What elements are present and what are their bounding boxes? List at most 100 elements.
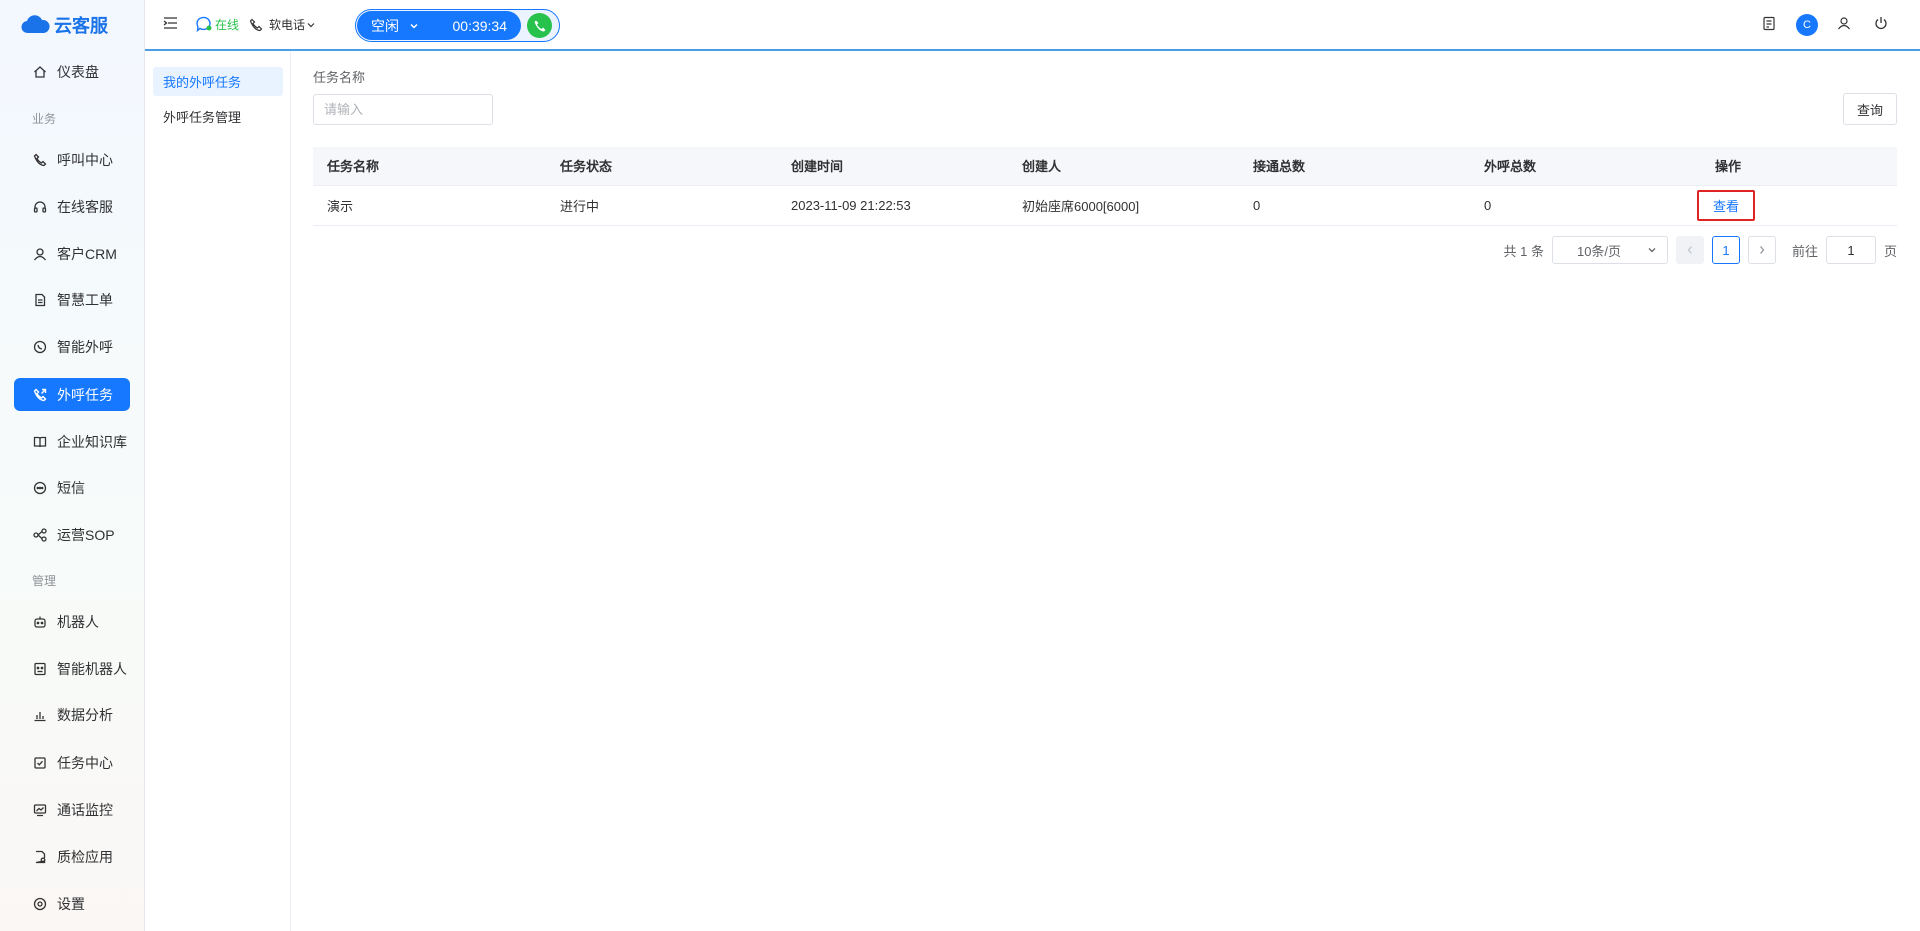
smart-robot-icon xyxy=(32,661,48,677)
task-name-input[interactable] xyxy=(313,94,493,125)
goto-page-input[interactable] xyxy=(1825,236,1876,264)
chat-bubble-icon xyxy=(196,16,212,33)
chevron-down-icon xyxy=(307,22,315,27)
sidebar-item-label: 短信 xyxy=(57,479,85,496)
outbound-call-icon xyxy=(32,387,48,403)
sidebar-item-quality-inspection[interactable]: 质检应用 xyxy=(14,840,130,873)
page-number-button[interactable]: 1 xyxy=(1711,236,1740,264)
pagination-total: 共 1 条 xyxy=(1503,243,1544,259)
agent-status-pill: 空闲 00:39:34 xyxy=(355,9,560,42)
sidebar-item-work-order[interactable]: 智慧工单 xyxy=(14,283,130,316)
phone-icon xyxy=(534,20,545,31)
column-header: 接通总数 xyxy=(1239,147,1470,186)
robot-icon xyxy=(32,614,48,630)
column-header: 操作 xyxy=(1701,147,1897,186)
avatar: C xyxy=(1796,14,1818,36)
headset-icon xyxy=(32,199,48,215)
sidebar-item-sms[interactable]: 短信 xyxy=(14,471,130,504)
chevron-left-icon xyxy=(1687,246,1692,254)
avatar-button[interactable]: C xyxy=(1796,14,1818,36)
sidebar-item-label: 运营SOP xyxy=(57,526,115,543)
cell-creator: 初始座席6000[6000] xyxy=(1008,185,1239,226)
sidebar-item-label: 智慧工单 xyxy=(57,291,113,308)
home-icon xyxy=(32,64,48,80)
task-icon xyxy=(32,755,48,771)
page-size-select[interactable]: 10条/页 xyxy=(1551,236,1668,264)
phone-mode-select[interactable]: 软电话 xyxy=(249,16,315,33)
pagination: 共 1 条 10条/页 1 前往 页 xyxy=(313,235,1897,265)
phone-icon xyxy=(249,18,263,31)
sidebar-item-data-analysis[interactable]: 数据分析 xyxy=(14,698,130,731)
whatsapp-icon xyxy=(32,339,48,355)
section-label-management: 管理 xyxy=(32,574,57,588)
table-header-row: 任务名称 任务状态 创建时间 创建人 接通总数 外呼总数 操作 xyxy=(313,147,1897,186)
sidebar-item-label: 呼叫中心 xyxy=(57,151,113,168)
phone-mode-text: 软电话 xyxy=(269,18,306,32)
monitor-icon xyxy=(32,802,48,818)
view-link[interactable]: 查看 xyxy=(1697,189,1756,221)
topbar: 在线 软电话 空闲 00:39:34 C xyxy=(145,0,1920,51)
sidebar-item-outbound-task[interactable]: 外呼任务 xyxy=(14,378,130,411)
inspect-icon xyxy=(32,849,48,865)
sidebar-item-settings[interactable]: 设置 xyxy=(14,887,130,920)
sidebar-item-label: 机器人 xyxy=(57,613,99,630)
menu-collapse-icon[interactable] xyxy=(163,16,178,30)
sidebar-item-smart-outbound[interactable]: 智能外呼 xyxy=(14,330,130,363)
app-logo: 云客服 xyxy=(0,0,144,50)
sidebar-item-knowledge-base[interactable]: 企业知识库 xyxy=(14,425,130,458)
prev-page-button[interactable] xyxy=(1675,236,1704,264)
chevron-right-icon xyxy=(1759,246,1765,254)
cell-task-status: 进行中 xyxy=(546,185,777,226)
answer-call-button[interactable] xyxy=(527,13,552,38)
section-label-business: 业务 xyxy=(32,112,57,126)
subnav-outbound-task-management[interactable]: 外呼任务管理 xyxy=(153,102,283,131)
power-icon[interactable] xyxy=(1874,16,1888,30)
sidebar-item-online-service[interactable]: 在线客服 xyxy=(14,190,130,223)
online-status-toggle[interactable]: 在线 xyxy=(195,15,239,33)
sidebar-item-label: 数据分析 xyxy=(57,706,113,723)
column-header: 外呼总数 xyxy=(1470,147,1701,186)
column-header: 创建人 xyxy=(1008,147,1239,186)
page-suffix: 页 xyxy=(1883,243,1897,259)
bar-chart-icon xyxy=(32,707,48,723)
notes-icon[interactable] xyxy=(1762,16,1776,31)
sidebar-item-sop[interactable]: 运营SOP xyxy=(14,518,130,551)
subnav-item-label: 我的外呼任务 xyxy=(163,75,242,90)
task-table: 任务名称 任务状态 创建时间 创建人 接通总数 外呼总数 操作 演示 进行中 2… xyxy=(313,147,1897,226)
sidebar-item-robot[interactable]: 机器人 xyxy=(14,605,130,638)
sidebar-item-label: 智能外呼 xyxy=(57,338,113,355)
gear-icon xyxy=(32,896,48,912)
column-header: 任务名称 xyxy=(313,147,546,186)
sidebar-item-crm[interactable]: 客户CRM xyxy=(14,237,130,270)
online-status-text: 在线 xyxy=(215,17,240,32)
cell-task-name: 演示 xyxy=(313,185,546,226)
agent-state-select[interactable]: 空闲 00:39:34 xyxy=(357,11,521,40)
sidebar-item-task-center[interactable]: 任务中心 xyxy=(14,746,130,779)
sidebar-item-smart-robot[interactable]: 智能机器人 xyxy=(14,652,130,685)
call-timer: 00:39:34 xyxy=(452,17,508,34)
sub-navigation: 我的外呼任务 外呼任务管理 xyxy=(145,51,291,931)
user-profile-icon[interactable] xyxy=(1837,16,1851,30)
cell-created-time: 2023-11-09 21:22:53 xyxy=(777,185,1008,226)
column-header: 创建时间 xyxy=(777,147,1008,186)
sidebar-item-label: 在线客服 xyxy=(57,198,113,215)
sidebar-item-label: 客户CRM xyxy=(57,245,117,262)
user-icon xyxy=(32,246,48,262)
phone-icon xyxy=(32,152,48,168)
query-button[interactable]: 查询 xyxy=(1843,93,1897,125)
sidebar-item-call-center[interactable]: 呼叫中心 xyxy=(14,143,130,176)
sidebar-item-dashboard[interactable]: 仪表盘 xyxy=(14,55,130,88)
sidebar-item-call-monitor[interactable]: 通话监控 xyxy=(14,793,130,826)
sidebar-item-label: 企业知识库 xyxy=(57,433,127,450)
next-page-button[interactable] xyxy=(1747,236,1776,264)
sidebar-item-label: 任务中心 xyxy=(57,754,113,771)
sidebar-item-label: 设置 xyxy=(57,895,85,912)
subnav-my-outbound-tasks[interactable]: 我的外呼任务 xyxy=(153,67,283,96)
page-size-text: 10条/页 xyxy=(1576,243,1622,259)
task-name-label: 任务名称 xyxy=(313,70,366,85)
cell-total-count: 0 xyxy=(1470,185,1701,226)
sidebar-item-label: 仪表盘 xyxy=(57,63,99,80)
subnav-item-label: 外呼任务管理 xyxy=(163,110,242,125)
cell-connected-count: 0 xyxy=(1239,185,1470,226)
table-row: 演示 进行中 2023-11-09 21:22:53 初始座席6000[6000… xyxy=(313,185,1897,226)
